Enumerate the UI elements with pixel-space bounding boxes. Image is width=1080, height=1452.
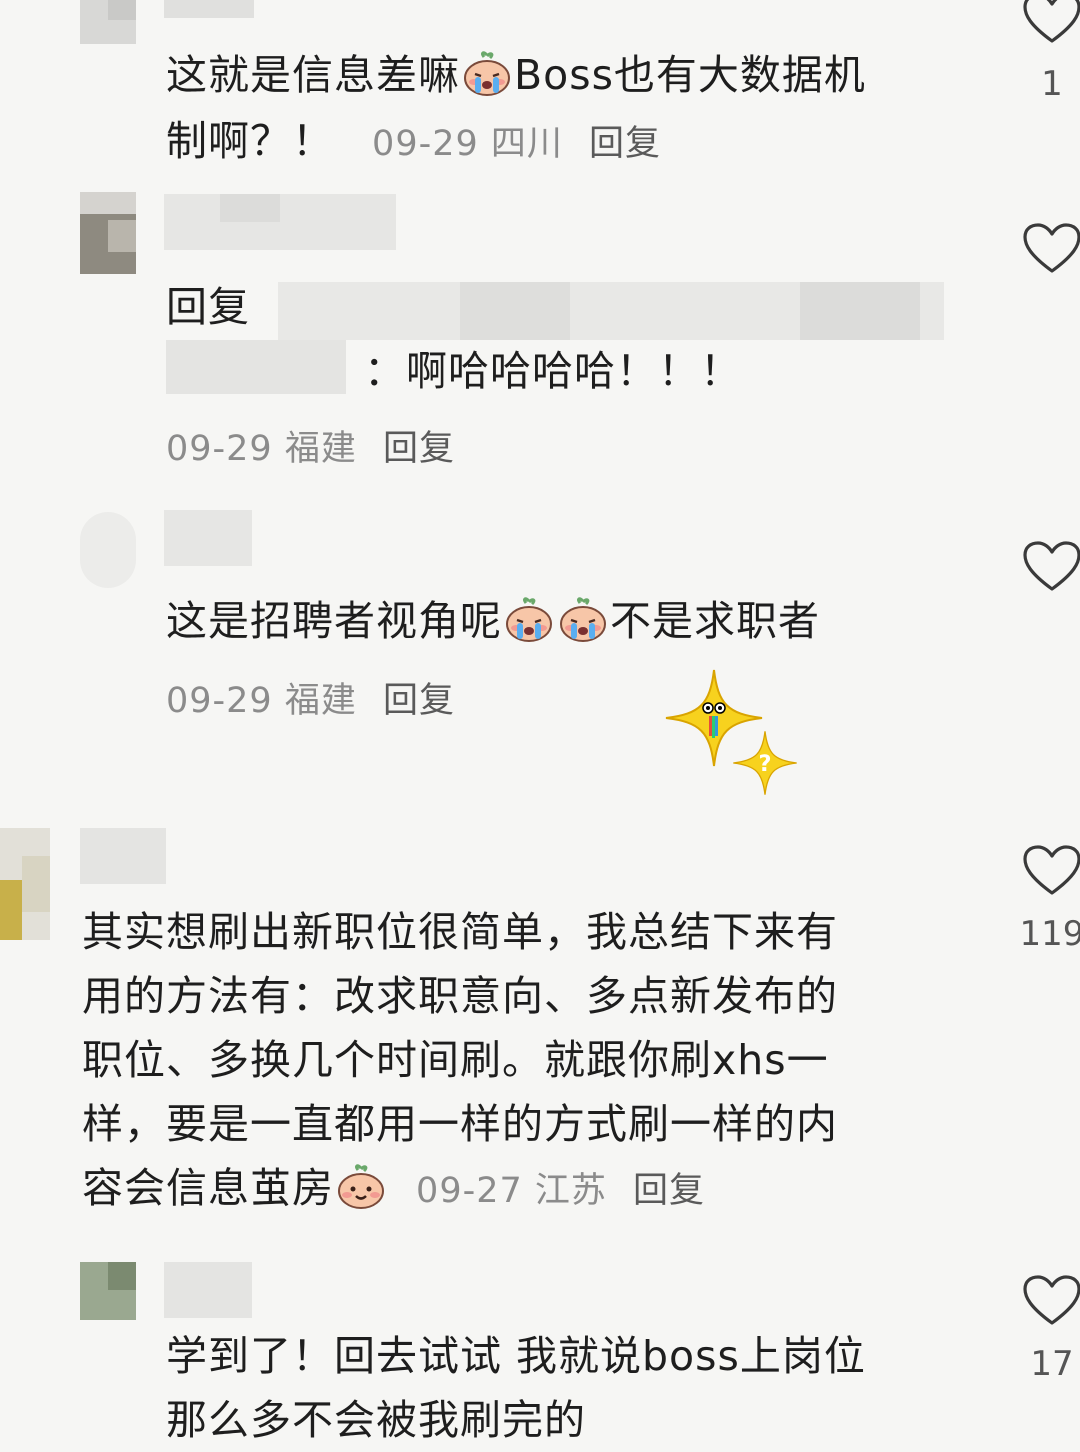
comment-text-part: 这就是信息差嘛	[166, 51, 460, 99]
comment-meta: 09-29 四川 回复	[372, 124, 661, 164]
comment-location: 福建	[284, 681, 357, 721]
crying-peach-emoji	[504, 597, 554, 643]
avatar-blurred-part	[108, 1262, 136, 1290]
like-count: 17	[1030, 1344, 1074, 1384]
username-blurred-part	[220, 194, 280, 222]
avatar-blurred-part	[22, 856, 50, 912]
comment-text-line: 容会信息茧房 09-27 江苏 回复	[82, 1156, 982, 1223]
avatar-blurred-part	[108, 220, 136, 252]
reply-button[interactable]: 回复	[633, 1171, 705, 1211]
avatar-blurred-part	[80, 192, 136, 214]
crying-peach-emoji	[462, 51, 512, 97]
star-sticker: ?	[732, 730, 798, 796]
comment-date: 09-29	[372, 124, 479, 164]
comment-meta: 09-29 福建 回复	[166, 420, 455, 471]
comment-text-line: 职位、多换几个时间刷。就跟你刷xhs一	[82, 1036, 829, 1084]
comment-text: 学到了！回去试试 我就说boss上岗位 那么多不会被我刷完的	[166, 1324, 966, 1452]
comment-location: 四川	[490, 124, 563, 164]
comment-location: 江苏	[534, 1171, 607, 1211]
crying-peach-emoji	[558, 597, 608, 643]
comment-text-part: 不是求职者	[610, 597, 820, 645]
comment-text: 这就是信息差嘛 Boss也有大数据机 制啊？！ 09-29 四川 回复	[166, 42, 966, 177]
comment-date: 09-29	[166, 681, 273, 721]
reply-button[interactable]: 回复	[383, 429, 455, 469]
comment-text-part: Boss也有大数据机	[514, 51, 866, 99]
comment-text-part: 制啊？！	[166, 117, 334, 165]
avatar-blurred-part	[0, 880, 22, 940]
smiling-peach-emoji	[336, 1164, 386, 1210]
reply-prefix[interactable]: 回复	[166, 274, 250, 340]
reply-target-blurred-part	[460, 282, 570, 340]
comment-location: 福建	[284, 429, 357, 469]
comment-date: 09-29	[166, 429, 273, 469]
like-count: 119	[1019, 914, 1080, 954]
username-blurred[interactable]	[164, 1262, 252, 1318]
comment-text: ：啊哈哈哈哈！！！	[364, 347, 742, 395]
comment-text-line: 那么多不会被我刷完的	[166, 1396, 586, 1444]
reply-button[interactable]: 回复	[589, 124, 661, 164]
comment-text-part: 这是招聘者视角呢	[166, 597, 502, 645]
heart-icon[interactable]	[1022, 1274, 1080, 1326]
like-count: 1	[1041, 64, 1063, 104]
comment-text-line: 其实想刷出新职位很简单，我总结下来有	[82, 908, 838, 956]
svg-text:?: ?	[758, 751, 771, 777]
comment-text-line: 用的方法有：改求职意向、多点新发布的	[82, 972, 838, 1020]
comment-text-line: 样，要是一直都用一样的方式刷一样的内	[82, 1100, 838, 1148]
comment-meta: 09-29 福建 回复	[166, 672, 455, 723]
username-blurred[interactable]	[80, 828, 166, 884]
heart-icon[interactable]	[1022, 844, 1080, 896]
heart-icon[interactable]	[1022, 222, 1080, 274]
reply-button[interactable]: 回复	[383, 681, 455, 721]
comment-meta: 09-27 江苏 回复	[416, 1171, 705, 1211]
username-blurred[interactable]	[164, 510, 252, 566]
avatar-blurred-part	[108, 0, 136, 20]
heart-icon[interactable]	[1022, 540, 1080, 592]
comment-text: 其实想刷出新职位很简单，我总结下来有 用的方法有：改求职意向、多点新发布的 职位…	[82, 900, 982, 1223]
reply-target-blurred-part	[800, 282, 920, 340]
heart-icon[interactable]	[1022, 0, 1080, 44]
comment-text: 这是招聘者视角呢 不是求职者	[166, 588, 986, 654]
username-blurred[interactable]	[164, 194, 396, 250]
username-blurred[interactable]	[164, 0, 254, 18]
reply-target-blurred-2	[166, 340, 346, 394]
comment-date: 09-27	[416, 1171, 523, 1211]
comment-text-part: 容会信息茧房	[82, 1164, 334, 1212]
comment-text-line: 学到了！回去试试 我就说boss上岗位	[166, 1332, 866, 1380]
avatar-blurred[interactable]	[80, 512, 136, 588]
